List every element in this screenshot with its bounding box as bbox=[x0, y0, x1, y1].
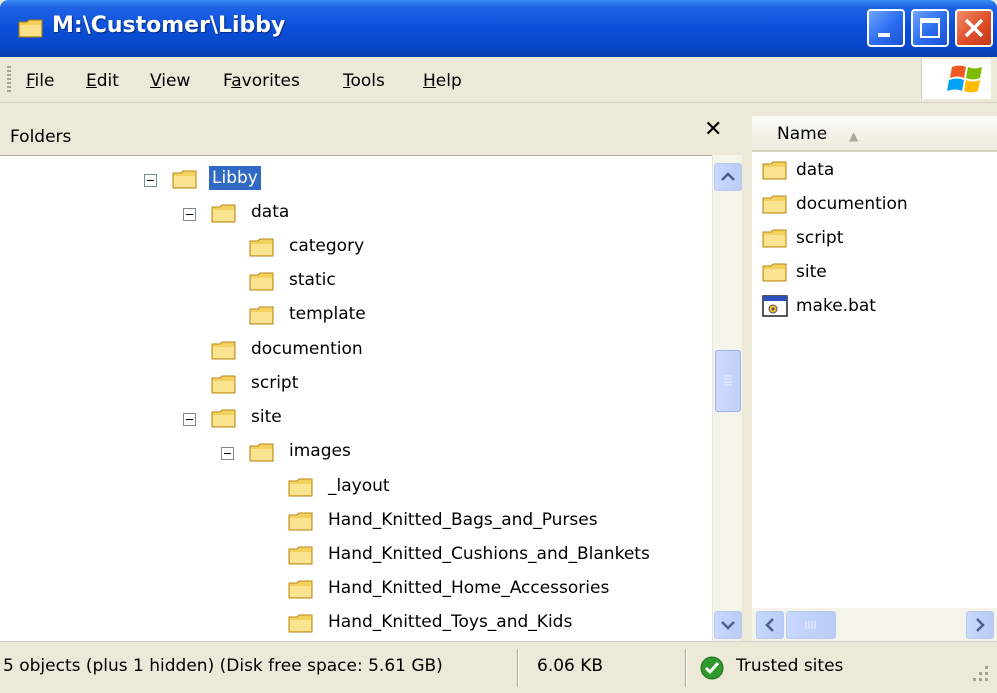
folders-pane-header bbox=[0, 104, 740, 155]
tree-item-script[interactable]: script bbox=[248, 371, 301, 395]
tree-item-site[interactable]: site bbox=[248, 405, 285, 429]
close-icon bbox=[964, 18, 984, 38]
tree-item-images[interactable]: images bbox=[286, 439, 354, 463]
file-name: script bbox=[796, 228, 844, 248]
windows-flag-icon bbox=[947, 65, 982, 93]
menu-help[interactable]: Help bbox=[423, 71, 462, 91]
collapse-icon[interactable] bbox=[183, 208, 196, 221]
folder-icon bbox=[211, 375, 236, 394]
tree-vertical-scrollbar[interactable] bbox=[712, 155, 742, 641]
minimize-button[interactable] bbox=[867, 9, 905, 47]
folder-icon bbox=[288, 614, 313, 633]
tree-item-cushions-and-blankets[interactable]: Hand_Knitted_Cushions_and_Blankets bbox=[325, 542, 653, 566]
folder-icon bbox=[288, 478, 313, 497]
folder-icon bbox=[211, 204, 236, 223]
status-divider bbox=[685, 649, 687, 687]
folder-icon bbox=[172, 170, 197, 189]
windows-logo bbox=[921, 59, 991, 99]
batch-file-icon bbox=[762, 295, 788, 317]
scroll-right-button[interactable] bbox=[966, 611, 994, 639]
file-name: make.bat bbox=[796, 296, 876, 316]
close-folders-pane-icon[interactable]: ✕ bbox=[704, 117, 722, 142]
tree-item-category[interactable]: category bbox=[286, 234, 367, 258]
menu-tools[interactable]: Tools bbox=[343, 71, 385, 91]
scroll-left-button[interactable] bbox=[756, 611, 784, 639]
sort-ascending-icon: ▲ bbox=[849, 129, 859, 143]
maximize-icon bbox=[920, 18, 940, 38]
folder-icon bbox=[288, 546, 313, 565]
grip-icon bbox=[805, 621, 816, 629]
title-bar[interactable]: M:\Customer\Libby bbox=[0, 0, 997, 57]
tree-item-libby[interactable]: Libby bbox=[209, 166, 261, 190]
folder-icon bbox=[18, 19, 43, 38]
menu-file[interactable]: File bbox=[26, 71, 54, 91]
collapse-icon[interactable] bbox=[144, 174, 157, 187]
status-object-count: 5 objects (plus 1 hidden) (Disk free spa… bbox=[3, 656, 443, 676]
menu-favorites[interactable]: Favorites bbox=[223, 71, 300, 91]
folder-icon bbox=[288, 580, 313, 599]
close-button[interactable] bbox=[955, 9, 993, 47]
folder-icon bbox=[211, 341, 236, 360]
menu-edit[interactable]: Edit bbox=[86, 71, 119, 91]
folder-icon bbox=[249, 306, 274, 325]
folder-icon bbox=[249, 272, 274, 291]
tree-item-home-accessories[interactable]: Hand_Knitted_Home_Accessories bbox=[325, 576, 612, 600]
tree-item-static[interactable]: static bbox=[286, 268, 339, 292]
file-list[interactable]: data documention script site make.bat bbox=[752, 152, 997, 608]
folder-icon bbox=[249, 238, 274, 257]
toolbar-grip[interactable] bbox=[7, 66, 11, 92]
folder-icon bbox=[762, 229, 787, 248]
collapse-icon[interactable] bbox=[221, 447, 234, 460]
file-name: documention bbox=[796, 194, 908, 214]
tree-item-template[interactable]: template bbox=[286, 302, 369, 326]
folder-icon bbox=[288, 512, 313, 531]
scroll-down-button[interactable] bbox=[714, 611, 742, 639]
menu-bar: File Edit View Favorites Tools Help bbox=[0, 57, 997, 103]
grip-icon bbox=[724, 375, 732, 386]
chevron-up-icon bbox=[721, 172, 735, 181]
window-title: M:\Customer\Libby bbox=[52, 13, 286, 38]
tree-item-bags-and-purses[interactable]: Hand_Knitted_Bags_and_Purses bbox=[325, 508, 601, 532]
scroll-up-button[interactable] bbox=[714, 163, 742, 191]
name-column-label[interactable]: Name bbox=[777, 124, 827, 144]
file-name: data bbox=[796, 160, 835, 180]
file-list-horizontal-scrollbar[interactable] bbox=[752, 608, 997, 641]
maximize-button[interactable] bbox=[911, 9, 949, 47]
tree-item-documention[interactable]: documention bbox=[248, 337, 366, 361]
tree-item-toys-and-kids[interactable]: Hand_Knitted_Toys_and_Kids bbox=[325, 610, 575, 634]
folders-pane-title: Folders bbox=[10, 127, 72, 147]
folder-icon bbox=[249, 443, 274, 462]
resize-grip-icon[interactable] bbox=[965, 662, 991, 688]
folder-icon bbox=[762, 161, 787, 180]
chevron-down-icon bbox=[721, 621, 735, 630]
scroll-thumb[interactable] bbox=[715, 350, 741, 412]
file-name: site bbox=[796, 262, 827, 282]
minimize-icon bbox=[878, 33, 890, 37]
folder-icon bbox=[211, 409, 236, 428]
collapse-icon[interactable] bbox=[183, 413, 196, 426]
status-bar: 5 objects (plus 1 hidden) (Disk free spa… bbox=[0, 641, 997, 693]
folder-icon bbox=[762, 195, 787, 214]
status-selection-size: 6.06 KB bbox=[537, 656, 604, 676]
scroll-thumb[interactable] bbox=[786, 611, 836, 639]
menu-view[interactable]: View bbox=[150, 71, 190, 91]
folder-icon bbox=[762, 263, 787, 282]
chevron-right-icon bbox=[976, 618, 985, 632]
status-divider bbox=[517, 649, 519, 687]
status-security-zone: Trusted sites bbox=[736, 656, 844, 676]
folder-tree[interactable]: Libby data category static template docu… bbox=[0, 155, 712, 641]
tree-item-data[interactable]: data bbox=[248, 200, 292, 224]
tree-item-layout[interactable]: _layout bbox=[325, 474, 393, 498]
pane-splitter[interactable] bbox=[742, 104, 750, 641]
trusted-zone-check-icon bbox=[700, 656, 724, 680]
chevron-left-icon bbox=[765, 618, 774, 632]
